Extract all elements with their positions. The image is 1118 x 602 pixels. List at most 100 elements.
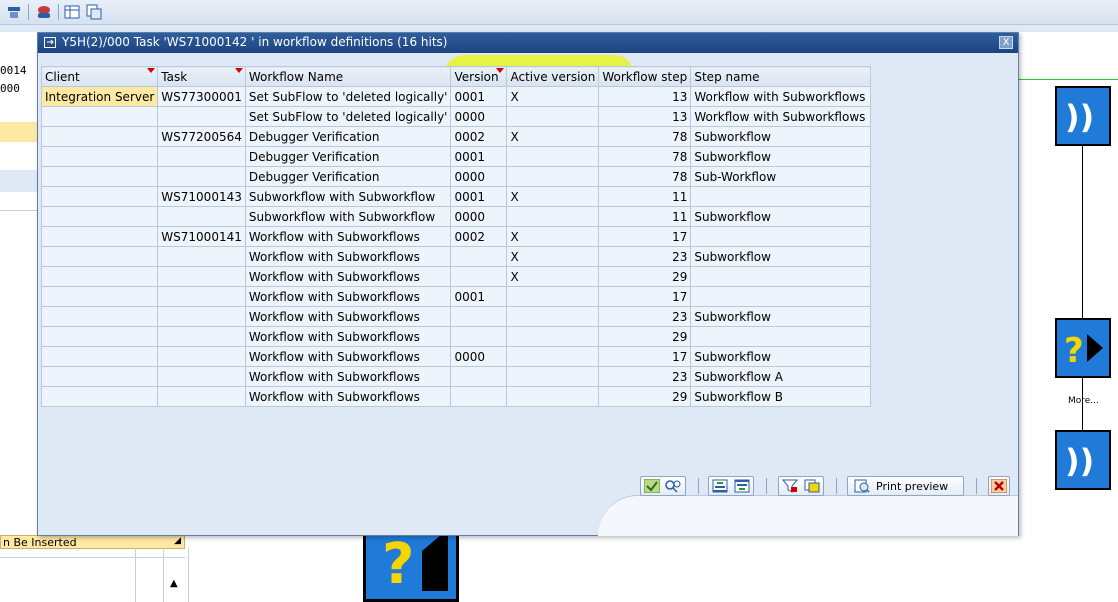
- cell-workflow-step[interactable]: 17: [598, 346, 692, 367]
- copy-icon[interactable]: [86, 4, 102, 20]
- cell-workflow-name[interactable]: Workflow with Subworkflows: [244, 226, 452, 247]
- cell-active-version[interactable]: [506, 326, 600, 347]
- cell-version[interactable]: 0001: [450, 146, 508, 167]
- cell-version[interactable]: [450, 266, 508, 287]
- cell-task[interactable]: [157, 326, 246, 347]
- cell-task[interactable]: [157, 266, 246, 287]
- dialog-title-bar[interactable]: Y5H(2)/000 Task 'WS71000142 ' in workflo…: [38, 33, 1018, 53]
- cell-active-version[interactable]: [506, 286, 600, 307]
- sort-ascending-icon[interactable]: [712, 479, 728, 493]
- cell-step-name[interactable]: Sub-Workflow: [690, 166, 872, 187]
- cell-step-name[interactable]: Subworkflow: [690, 306, 872, 327]
- cell-version[interactable]: [450, 306, 508, 327]
- table-row[interactable]: WS71000141 Workflow with Subworkflows 0002…: [40, 226, 872, 247]
- cell-task[interactable]: [157, 386, 246, 407]
- find-icon[interactable]: [664, 479, 682, 493]
- cell-step-name[interactable]: Subworkflow: [690, 126, 872, 147]
- table-row[interactable]: Debugger Verification 0001 78 Subworkflow: [40, 146, 872, 167]
- cell-client[interactable]: [40, 146, 159, 167]
- column-header-version[interactable]: Version: [450, 66, 508, 87]
- cell-task[interactable]: [157, 146, 246, 167]
- table-row[interactable]: Debugger Verification 0000 78 Sub-Workflow: [40, 166, 872, 187]
- filter-icon[interactable]: [782, 479, 798, 493]
- table-row[interactable]: Workflow with Subworkflows 0001 17: [40, 286, 872, 307]
- column-header-workflow-step[interactable]: Workflow step: [598, 66, 692, 87]
- column-header-workflow-name[interactable]: Workflow Name: [244, 66, 452, 87]
- cell-version[interactable]: 0000: [450, 346, 508, 367]
- cell-workflow-step[interactable]: 29: [598, 266, 692, 287]
- cell-workflow-step[interactable]: 29: [598, 386, 692, 407]
- cell-active-version[interactable]: [506, 366, 600, 387]
- cell-step-name[interactable]: Subworkflow: [690, 206, 872, 227]
- cell-step-name[interactable]: Workflow with Subworkflows: [690, 86, 872, 107]
- cell-active-version[interactable]: [506, 206, 600, 227]
- cell-workflow-name[interactable]: Workflow with Subworkflows: [244, 366, 452, 387]
- close-button[interactable]: X: [999, 36, 1013, 49]
- cell-client[interactable]: Integration Server: [40, 86, 159, 107]
- cell-task[interactable]: [157, 366, 246, 387]
- column-header-client[interactable]: Client: [40, 66, 159, 87]
- cell-workflow-step[interactable]: 11: [598, 206, 692, 227]
- checkmark-icon[interactable]: [644, 479, 660, 493]
- workflow-node-condition[interactable]: ?: [1055, 318, 1111, 378]
- cell-client[interactable]: [40, 366, 159, 387]
- cell-step-name[interactable]: [690, 266, 872, 287]
- cell-task[interactable]: [157, 286, 246, 307]
- cell-version[interactable]: 0002: [450, 226, 508, 247]
- cell-active-version[interactable]: [506, 166, 600, 187]
- cell-workflow-name[interactable]: Debugger Verification: [244, 126, 452, 147]
- cell-version[interactable]: [450, 326, 508, 347]
- cell-version[interactable]: [450, 246, 508, 267]
- cell-task[interactable]: [157, 106, 246, 127]
- cell-client[interactable]: [40, 326, 159, 347]
- cell-client[interactable]: [40, 106, 159, 127]
- table-row[interactable]: Workflow with Subworkflows 23 Subworkflow: [40, 306, 872, 327]
- cell-client[interactable]: [40, 206, 159, 227]
- cell-workflow-step[interactable]: 17: [598, 286, 692, 307]
- cell-task[interactable]: WS71000143: [157, 186, 246, 207]
- cell-version[interactable]: 0002: [450, 126, 508, 147]
- cell-active-version[interactable]: X: [506, 226, 600, 247]
- more-label[interactable]: More...: [1068, 396, 1099, 406]
- cell-active-version[interactable]: X: [506, 86, 600, 107]
- cell-client[interactable]: [40, 126, 159, 147]
- cell-step-name[interactable]: [690, 186, 872, 207]
- cell-step-name[interactable]: Subworkflow: [690, 146, 872, 167]
- cell-workflow-name[interactable]: Workflow with Subworkflows: [244, 286, 452, 307]
- cell-workflow-step[interactable]: 78: [598, 126, 692, 147]
- table-row[interactable]: Integration Server WS77300001 Set SubFlow …: [40, 86, 872, 107]
- cell-task[interactable]: [157, 246, 246, 267]
- cell-task[interactable]: [157, 166, 246, 187]
- cell-workflow-name[interactable]: Set SubFlow to 'deleted logically': [244, 106, 452, 127]
- cell-step-name[interactable]: [690, 286, 872, 307]
- cell-version[interactable]: 0001: [450, 286, 508, 307]
- cell-workflow-name[interactable]: Workflow with Subworkflows: [244, 246, 452, 267]
- cell-active-version[interactable]: [506, 106, 600, 127]
- cell-workflow-step[interactable]: 29: [598, 326, 692, 347]
- cell-version[interactable]: 0000: [450, 166, 508, 187]
- cell-version[interactable]: 0001: [450, 186, 508, 207]
- cell-task[interactable]: [157, 346, 246, 367]
- cell-client[interactable]: [40, 266, 159, 287]
- background-dropdown-field[interactable]: n Be Inserted ◢: [0, 535, 185, 549]
- cell-active-version[interactable]: X: [506, 126, 600, 147]
- print-preview-button[interactable]: Print preview: [847, 476, 964, 496]
- cell-workflow-step[interactable]: 17: [598, 226, 692, 247]
- cell-task[interactable]: [157, 306, 246, 327]
- cell-workflow-name[interactable]: Workflow with Subworkflows: [244, 346, 452, 367]
- cell-client[interactable]: [40, 346, 159, 367]
- cell-workflow-name[interactable]: Debugger Verification: [244, 166, 452, 187]
- dropdown-arrow-icon[interactable]: ◢: [174, 536, 181, 546]
- cell-version[interactable]: 0000: [450, 206, 508, 227]
- cell-workflow-step[interactable]: 23: [598, 246, 692, 267]
- column-header-active-version[interactable]: Active version: [506, 66, 600, 87]
- table-row[interactable]: Subworkflow with Subworkflow 0000 11 Subwor…: [40, 206, 872, 227]
- cell-workflow-step[interactable]: 78: [598, 146, 692, 167]
- cell-step-name[interactable]: [690, 226, 872, 247]
- cell-step-name[interactable]: [690, 326, 872, 347]
- cell-client[interactable]: [40, 186, 159, 207]
- local-layout-icon[interactable]: [36, 4, 52, 20]
- cell-step-name[interactable]: Workflow with Subworkflows: [690, 106, 872, 127]
- table-row[interactable]: WS77200564 Debugger Verification 0002 X 78 Su…: [40, 126, 872, 147]
- table-view-icon[interactable]: [64, 4, 80, 20]
